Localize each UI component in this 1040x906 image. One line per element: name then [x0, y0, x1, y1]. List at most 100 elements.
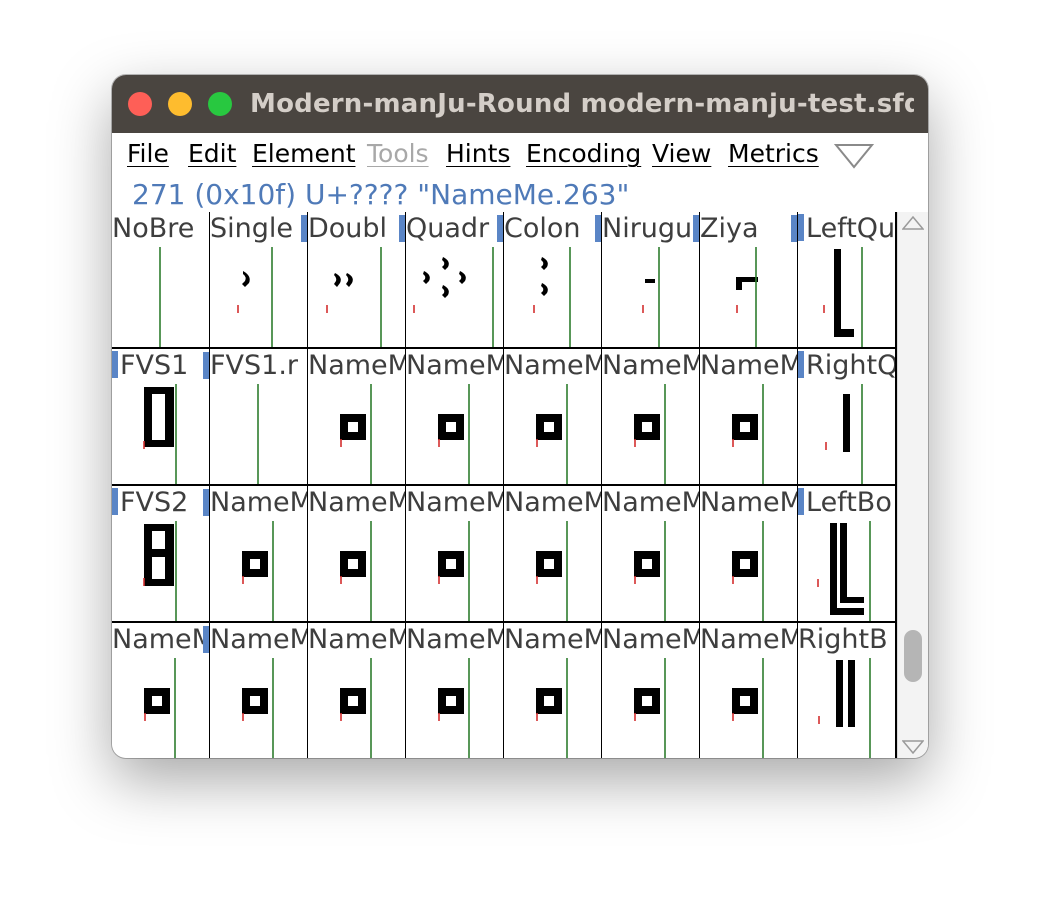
- glyph-name-text: LeftBo: [806, 487, 892, 518]
- glyph-cell[interactable]: Quadr: [406, 212, 503, 347]
- menu-metrics[interactable]: Metrics: [728, 139, 819, 168]
- glyph-marker: [399, 215, 405, 242]
- glyph-cell[interactable]: NameMe: [504, 349, 601, 484]
- glyph-name-label: Doubl: [308, 212, 405, 246]
- glyph-preview: [308, 658, 405, 758]
- glyph-cell[interactable]: Colon: [504, 212, 601, 347]
- glyph-name-text: NameMe: [602, 350, 699, 381]
- glyph-name-text: FVS2: [120, 487, 189, 518]
- glyph-cell[interactable]: NameMe: [308, 623, 405, 758]
- glyph-cell[interactable]: FVS2: [112, 486, 209, 621]
- close-button[interactable]: [128, 92, 152, 116]
- glyph-preview: [504, 247, 601, 347]
- glyph-name-label: Colon: [504, 212, 601, 246]
- glyph-cell[interactable]: Ziya: [700, 212, 797, 347]
- glyph-name-text: FVS1.r: [210, 350, 299, 381]
- glyph-name-text: NameMe: [504, 624, 601, 655]
- glyph-name-text: NameMe: [700, 350, 797, 381]
- glyph-name-text: NameMe: [406, 350, 503, 381]
- glyph-cell[interactable]: NameMe: [602, 349, 699, 484]
- glyph-cell[interactable]: NameMe: [406, 486, 503, 621]
- scroll-down-arrow-icon[interactable]: [902, 740, 924, 754]
- glyph-name-label: NameMe: [504, 486, 601, 520]
- glyph-name-text: NameMe: [210, 487, 307, 518]
- glyph-name-text: Doubl: [308, 213, 388, 244]
- menu-file[interactable]: File: [127, 139, 169, 168]
- glyph-preview: [112, 384, 209, 484]
- zoom-button[interactable]: [208, 92, 232, 116]
- glyph-cell[interactable]: FVS1: [112, 349, 209, 484]
- glyph-cell[interactable]: NameMe: [308, 486, 405, 621]
- glyph-marker: [798, 488, 804, 515]
- glyph-name-text: NameMe: [308, 487, 405, 518]
- glyph-cell[interactable]: NameMe: [700, 349, 797, 484]
- glyph-cell[interactable]: NameMe: [210, 623, 307, 758]
- glyph-name-text: NameMe: [504, 487, 601, 518]
- glyph-name-text: NameMe: [112, 624, 209, 655]
- glyph-name-label: RightQ: [798, 349, 895, 383]
- glyph-cell[interactable]: RightQ: [798, 349, 895, 484]
- glyph-preview: [112, 521, 209, 621]
- glyph-preview: [308, 384, 405, 484]
- glyph-cell[interactable]: NameMe: [700, 486, 797, 621]
- glyph-preview: [798, 521, 895, 621]
- glyph-cell[interactable]: NameMe: [602, 623, 699, 758]
- minimize-button[interactable]: [168, 92, 192, 116]
- glyph-name-label: NameMe: [406, 349, 503, 383]
- menu-hints[interactable]: Hints: [446, 139, 510, 168]
- glyph-cell[interactable]: FVS1.r: [210, 349, 307, 484]
- glyph-marker: [112, 488, 118, 515]
- glyph-marker: [497, 215, 503, 242]
- menu-view[interactable]: View: [652, 139, 711, 168]
- glyph-cell[interactable]: NameMe: [308, 349, 405, 484]
- glyph-preview: [504, 521, 601, 621]
- glyph-cell[interactable]: NameMe: [406, 349, 503, 484]
- glyph-preview: [798, 384, 895, 484]
- glyph-cell[interactable]: NameMe: [406, 623, 503, 758]
- glyph-marker: [203, 352, 209, 379]
- window-title: Modern-manJu-Round modern-manju-test.sfd…: [250, 89, 914, 119]
- menu-edit[interactable]: Edit: [188, 139, 236, 168]
- glyph-preview: [406, 247, 503, 347]
- glyph-cell[interactable]: Single: [210, 212, 307, 347]
- glyph-cell[interactable]: NameMe: [210, 486, 307, 621]
- scroll-up-arrow-icon[interactable]: [902, 216, 924, 230]
- glyph-cell[interactable]: NoBre: [112, 212, 209, 347]
- glyph-preview: [210, 384, 307, 484]
- glyph-marker: [791, 215, 797, 242]
- glyph-preview: [602, 521, 699, 621]
- glyph-cell[interactable]: NameMe: [504, 486, 601, 621]
- glyph-preview: [210, 658, 307, 758]
- glyph-cell[interactable]: NameMe: [602, 486, 699, 621]
- title-bar[interactable]: Modern-manJu-Round modern-manju-test.sfd…: [112, 75, 928, 133]
- glyph-preview: [798, 658, 895, 758]
- glyph-preview: [504, 384, 601, 484]
- glyph-name-label: FVS2: [112, 486, 209, 520]
- glyph-cell[interactable]: LeftBo: [798, 486, 895, 621]
- glyph-name-label: FVS1: [112, 349, 209, 383]
- glyph-name-label: NameMe: [406, 486, 503, 520]
- glyph-marker: [595, 215, 601, 242]
- glyph-name-label: NameMe: [308, 623, 405, 657]
- glyph-name-label: Quadr: [406, 212, 503, 246]
- glyph-cell[interactable]: NameMe: [112, 623, 209, 758]
- glyph-marker: [112, 351, 118, 378]
- glyph-cell[interactable]: RightB: [798, 623, 895, 758]
- glyph-name-label: LeftQu: [798, 212, 895, 246]
- triangle-down-icon[interactable]: [834, 143, 874, 169]
- scrollbar-thumb[interactable]: [904, 630, 922, 682]
- glyph-cell[interactable]: Nirugu: [602, 212, 699, 347]
- glyph-cell[interactable]: Doubl: [308, 212, 405, 347]
- vertical-scrollbar[interactable]: [897, 212, 928, 758]
- glyph-name-label: NameMe: [308, 486, 405, 520]
- glyph-name-label: NameMe: [210, 486, 307, 520]
- glyph-name-label: NameMe: [210, 623, 307, 657]
- glyph-cell[interactable]: NameMe: [700, 623, 797, 758]
- glyph-name-text: NameMe: [700, 487, 797, 518]
- glyph-cell[interactable]: NameMe: [504, 623, 601, 758]
- menu-element[interactable]: Element: [252, 139, 356, 168]
- menu-encoding[interactable]: Encoding: [526, 139, 641, 168]
- glyph-cell[interactable]: LeftQu: [798, 212, 895, 347]
- glyph-marker: [203, 626, 209, 653]
- glyph-name-text: NameMe: [406, 624, 503, 655]
